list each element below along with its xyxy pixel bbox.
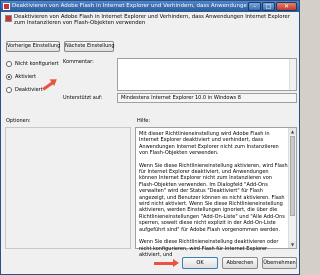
radio-circle[interactable] (6, 61, 12, 67)
policy-header: Deaktivieren von Adobe Flash in Internet… (5, 14, 297, 26)
window-title: Deaktivieren von Adobe Flash in Internet… (12, 3, 247, 9)
next-setting-button[interactable]: Nächste Einstellung (64, 41, 115, 52)
title-bar[interactable]: Deaktivieren von Adobe Flash in Internet… (1, 1, 299, 12)
minimize-button[interactable]: – (248, 2, 261, 11)
cancel-button[interactable]: Abbrechen (222, 257, 258, 269)
scroll-up-icon[interactable]: ▲ (289, 128, 296, 135)
comment-field[interactable] (117, 58, 297, 91)
radio-label: Nicht konfiguriert (15, 61, 59, 67)
policy-name: Deaktivieren von Adobe Flash in Internet… (14, 14, 290, 26)
comment-label: Kommentar: (63, 59, 94, 65)
help-paragraph: Mit dieser Richtlinieneinstellung wird A… (139, 131, 279, 157)
help-text: Mit dieser Richtlinieneinstellung wird A… (139, 131, 288, 264)
previous-setting-button[interactable]: Vorherige Einstellung (6, 41, 60, 52)
policy-dialog-window: Deaktivieren von Adobe Flash in Internet… (0, 0, 300, 275)
policy-icon (3, 3, 10, 10)
scroll-down-icon[interactable]: ▼ (289, 241, 296, 248)
help-paragraph: Wenn Sie diese Richtlinieneinstellung ak… (139, 162, 288, 233)
supported-on-field: Mindestens Internet Explorer 10.0 in Win… (117, 93, 297, 103)
help-paragraph: Wenn Sie diese Richtlinieneinstellung de… (139, 239, 279, 258)
apply-button[interactable]: Übernehmen (262, 257, 297, 269)
radio-circle[interactable] (6, 74, 12, 80)
policy-setting-icon (5, 15, 12, 22)
maximize-button[interactable]: □ (262, 2, 275, 11)
supported-on-value: Mindestens Internet Explorer 10.0 in Win… (121, 95, 241, 101)
comment-scrollbar[interactable] (289, 59, 296, 90)
annotation-arrow-enabled (42, 81, 54, 91)
radio-label: Deaktiviert (15, 87, 43, 93)
scroll-thumb[interactable] (290, 136, 295, 216)
radio-circle[interactable] (6, 87, 12, 93)
annotation-arrow-ok (154, 259, 179, 267)
help-section-label: Hilfe: (137, 118, 151, 124)
close-button[interactable]: ✕ (276, 2, 297, 11)
options-panel (5, 127, 131, 249)
help-scrollbar[interactable]: ▲ ▼ (288, 128, 296, 248)
radio-label: Aktiviert (15, 74, 37, 80)
options-section-label: Optionen: (6, 118, 31, 124)
help-panel[interactable]: Mit dieser Richtlinieneinstellung wird A… (135, 127, 297, 258)
supported-on-label: Unterstützt auf: (63, 95, 103, 101)
ok-button[interactable]: OK (182, 257, 218, 269)
